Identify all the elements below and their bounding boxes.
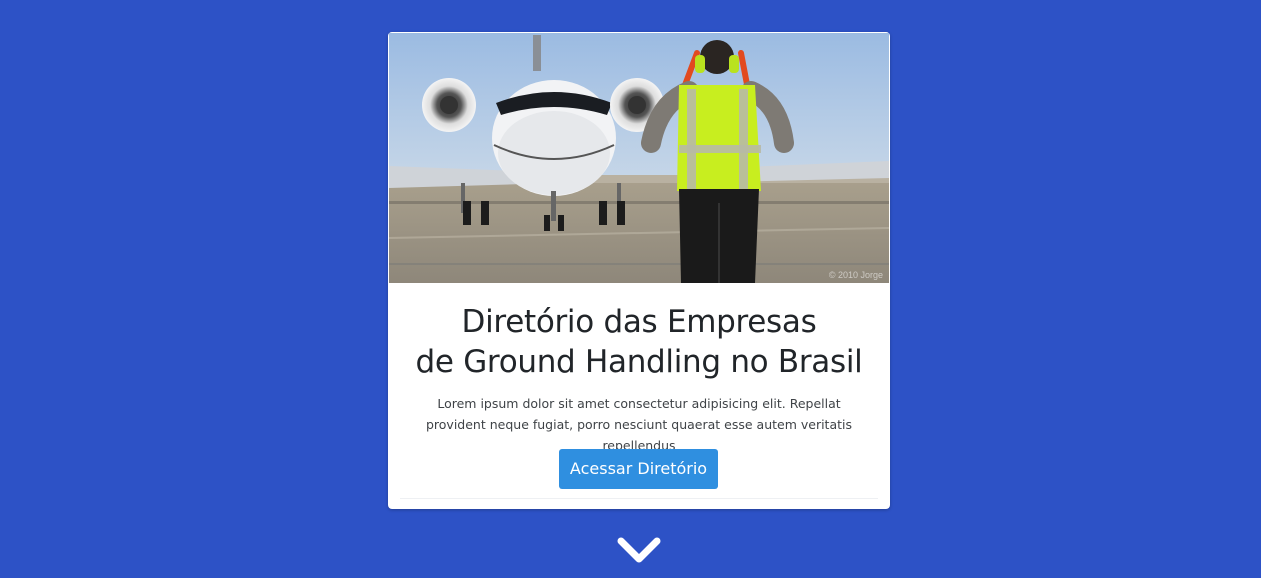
- card-description: Lorem ipsum dolor sit amet consectetur a…: [425, 396, 853, 453]
- card-title-line-2: de Ground Handling no Brasil: [415, 344, 863, 380]
- card-title-line-1: Diretório das Empresas: [461, 304, 817, 340]
- card-title: Diretório das Empresas de Ground Handlin…: [388, 302, 890, 382]
- airplane-marshaller-illustration: [389, 33, 889, 283]
- page: © 2010 Jorge Diretório das Empresas de G…: [0, 0, 1261, 578]
- chevron-down-icon[interactable]: [617, 536, 661, 566]
- access-directory-button[interactable]: Acessar Diretório: [559, 449, 718, 489]
- hero-image: © 2010 Jorge: [389, 33, 889, 283]
- directory-card: © 2010 Jorge Diretório das Empresas de G…: [388, 32, 890, 509]
- card-divider: [400, 498, 878, 499]
- image-watermark: © 2010 Jorge: [828, 270, 883, 280]
